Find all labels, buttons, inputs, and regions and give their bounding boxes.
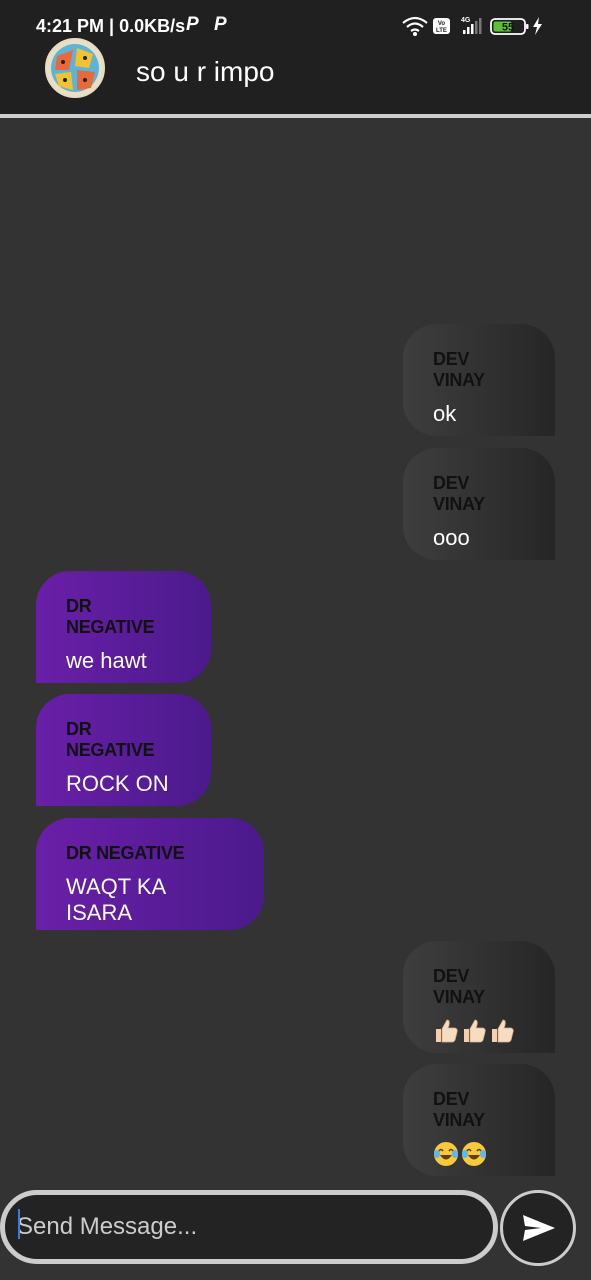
message-text: ok: [433, 401, 457, 426]
message-text: ROCK ON: [66, 771, 169, 796]
message-input[interactable]: [17, 1207, 477, 1247]
message-input-container: [0, 1190, 498, 1264]
text-caret: [18, 1209, 20, 1239]
group-avatar[interactable]: [45, 38, 105, 98]
thumbs-up-icon: [464, 1019, 486, 1043]
message-sender: DEV VINAY: [433, 1089, 485, 1130]
message-sender: DR NEGATIVE: [66, 596, 155, 637]
message-bubble-incoming[interactable]: DR NEGATIVE WAQT KA ISARA: [36, 818, 264, 930]
message-bubble-incoming[interactable]: DR NEGATIVE ROCK ON: [36, 694, 211, 806]
message-sender: DEV VINAY: [433, 473, 485, 514]
charging-icon: [533, 17, 542, 35]
send-button[interactable]: [500, 1190, 576, 1266]
status-bar: 4:21 PM | 0.0KB/s P P Vo LTE 4G 55: [0, 0, 591, 44]
message-emoji: [433, 1018, 525, 1044]
message-sender: DR NEGATIVE: [66, 843, 185, 863]
wifi-icon: [402, 16, 428, 32]
message-text: ooo: [433, 525, 470, 550]
thumbs-up-icon: [436, 1019, 458, 1043]
message-sender: DEV VINAY: [433, 966, 485, 1007]
message-text: we hawt: [66, 648, 147, 673]
message-emoji: [433, 1141, 525, 1167]
svg-text:4G: 4G: [461, 17, 471, 24]
message-bubble-outgoing[interactable]: DEV VINAY: [403, 941, 555, 1053]
send-icon: [523, 1215, 555, 1241]
header-divider: [0, 114, 591, 118]
svg-text:LTE: LTE: [436, 28, 447, 34]
message-bubble-incoming[interactable]: DR NEGATIVE we hawt: [36, 571, 211, 683]
tears-of-joy-icon: [434, 1142, 458, 1166]
status-time: 4:21 PM | 0.0KB/s: [36, 16, 186, 36]
chat-title: so u r impo: [136, 56, 275, 87]
tears-of-joy-icon: [462, 1142, 486, 1166]
message-bubble-outgoing[interactable]: DEV VINAY ooo: [403, 448, 555, 560]
svg-text:55: 55: [502, 22, 514, 34]
thumbs-up-icon: [492, 1019, 514, 1043]
message-bubble-outgoing[interactable]: DEV VINAY ok: [403, 324, 555, 436]
message-sender: DEV VINAY: [433, 349, 485, 390]
svg-text:Vo: Vo: [438, 21, 446, 27]
message-text: WAQT KA ISARA: [66, 874, 166, 925]
notification-p-icon: P: [214, 14, 227, 35]
notification-p-icon: P: [186, 14, 199, 35]
message-sender: DR NEGATIVE: [66, 719, 155, 760]
status-icons: Vo LTE 4G 55: [402, 16, 542, 36]
message-bubble-outgoing[interactable]: DEV VINAY: [403, 1064, 555, 1176]
